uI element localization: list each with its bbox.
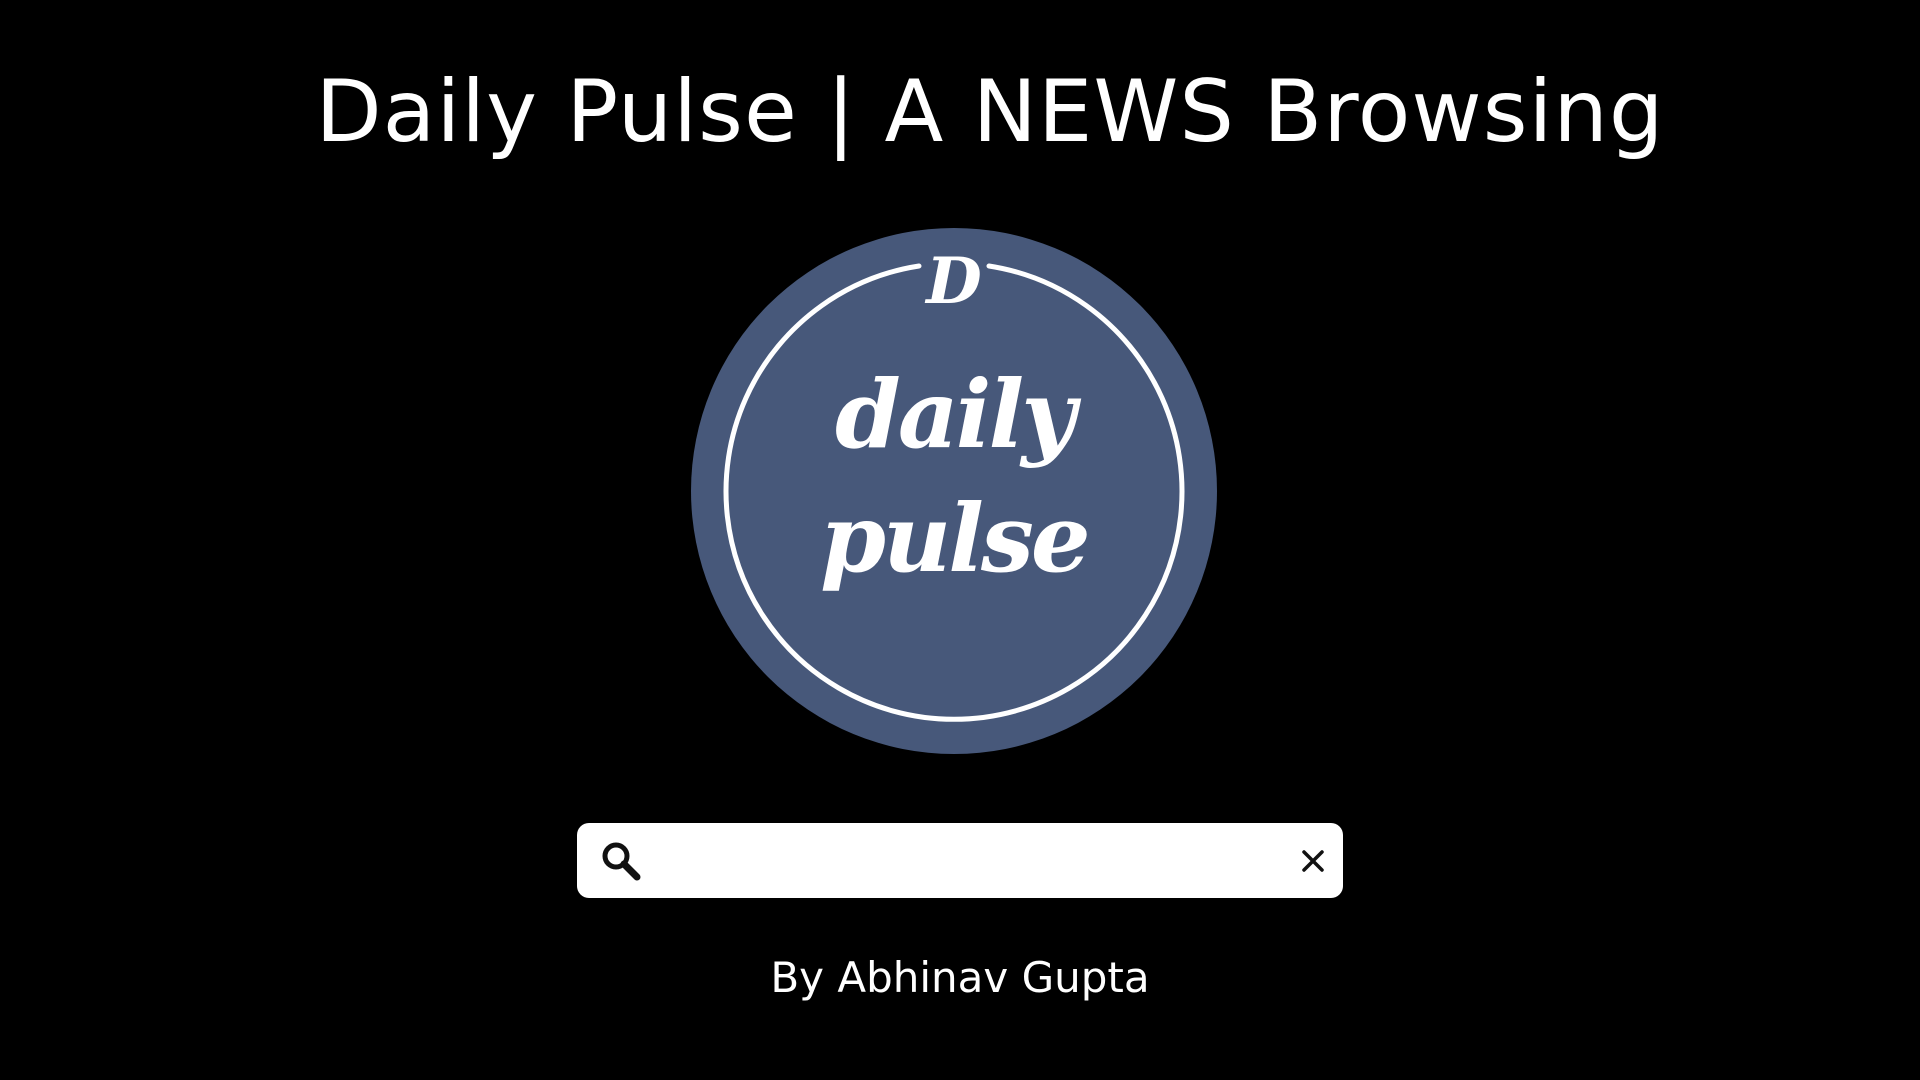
close-icon[interactable]: [1297, 845, 1329, 877]
search-input[interactable]: [657, 833, 1241, 890]
logo-word-daily: daily: [835, 360, 1076, 470]
logo-word-pulse: pulse: [820, 484, 1091, 594]
search-icon[interactable]: [599, 839, 643, 883]
search-bar[interactable]: [577, 823, 1343, 898]
logo-monogram: D: [926, 244, 982, 319]
page-title: Daily Pulse | A NEWS Browsing: [315, 62, 1665, 162]
author-byline: By Abhinav Gupta: [770, 953, 1150, 1002]
daily-pulse-logo: D daily pulse: [691, 228, 1217, 754]
